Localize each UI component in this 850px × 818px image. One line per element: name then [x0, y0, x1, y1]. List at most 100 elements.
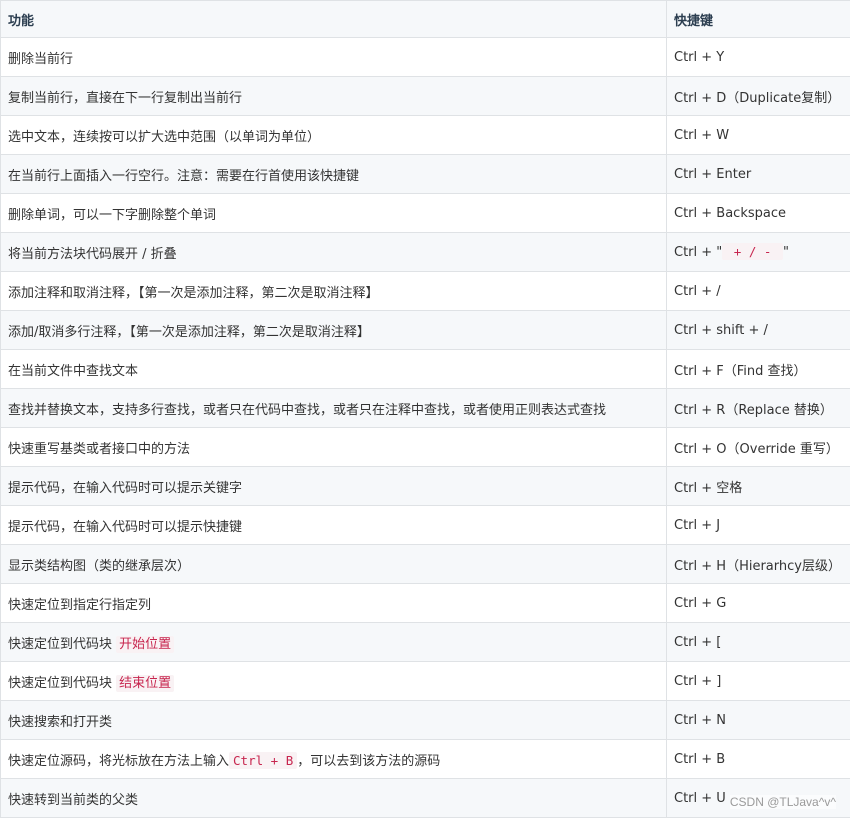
table-row: 提示代码，在输入代码时可以提示快捷键 Ctrl + J — [1, 506, 850, 545]
function-text: 查找并替换文本，支持多行查找，或者只在代码中查找，或者只在注释中查找，或者使用正… — [8, 403, 606, 418]
shortcut-text: Ctrl + F（Find 查找） — [674, 364, 807, 379]
shortcut-text: Ctrl + / — [674, 284, 721, 299]
function-cell: 删除当前行 — [1, 38, 667, 77]
table-row: 删除当前行 Ctrl + Y — [1, 38, 850, 77]
shortcut-cell: Ctrl + / — [667, 272, 850, 311]
function-text: 添加/取消多行注释，【第一次是添加注释，第二次是取消注释】 — [8, 325, 370, 340]
shortcut-text: Ctrl + N — [674, 713, 726, 728]
shortcut-cell: Ctrl + Backspace — [667, 194, 850, 233]
shortcut-cell: Ctrl + H（Hierarhcy层级） — [667, 545, 850, 584]
table-row: 查找并替换文本，支持多行查找，或者只在代码中查找，或者只在注释中查找，或者使用正… — [1, 389, 850, 428]
table-row: 在当前行上面插入一行空行。注意：需要在行首使用该快捷键 Ctrl + Enter — [1, 155, 850, 194]
table-row: 选中文本，连续按可以扩大选中范围（以单词为单位） Ctrl + W — [1, 116, 850, 155]
shortcut-table: 功能 快捷键 删除当前行 Ctrl + Y 复制当前行，直接在下一行复制出当前行 Ct… — [0, 0, 850, 818]
function-text: 快速转到当前类的父类 — [8, 793, 138, 808]
shortcut-cell: Ctrl + Enter — [667, 155, 850, 194]
function-cell: 查找并替换文本，支持多行查找，或者只在代码中查找，或者只在注释中查找，或者使用正… — [1, 389, 667, 428]
function-cell: 删除单词，可以一下字删除整个单词 — [1, 194, 667, 233]
table-row: 添加注释和取消注释，【第一次是添加注释，第二次是取消注释】 Ctrl + / — [1, 272, 850, 311]
function-cell: 添加注释和取消注释，【第一次是添加注释，第二次是取消注释】 — [1, 272, 667, 311]
function-cell: 提示代码，在输入代码时可以提示快捷键 — [1, 506, 667, 545]
function-text: 提示代码，在输入代码时可以提示快捷键 — [8, 520, 242, 535]
function-cell: 快速定位到代码块 结束位置 — [1, 662, 667, 701]
shortcut-cell: Ctrl + " + / - " — [667, 233, 850, 272]
function-cell: 显示类结构图（类的继承层次） — [1, 545, 667, 584]
function-text: 快速定位到指定行指定列 — [8, 598, 151, 613]
shortcut-prefix: Ctrl + " — [674, 245, 722, 260]
highlight-text: 结束位置 — [116, 675, 174, 692]
function-text: 添加注释和取消注释，【第一次是添加注释，第二次是取消注释】 — [8, 286, 379, 301]
table-row: 快速转到当前类的父类 Ctrl + U — [1, 779, 850, 818]
table-row: 快速搜索和打开类 Ctrl + N — [1, 701, 850, 740]
table-row: 快速定位源码，将光标放在方法上输入Ctrl + B，可以去到该方法的源码Ctrl… — [1, 740, 850, 779]
shortcut-text: Ctrl + ] — [674, 674, 721, 689]
function-cell: 快速转到当前类的父类 — [1, 779, 667, 818]
shortcut-cell: Ctrl + D（Duplicate复制） — [667, 77, 850, 116]
function-text: 快速定位到代码块 — [8, 676, 116, 691]
function-cell: 在当前行上面插入一行空行。注意：需要在行首使用该快捷键 — [1, 155, 667, 194]
function-cell: 快速定位源码，将光标放在方法上输入Ctrl + B，可以去到该方法的源码 — [1, 740, 667, 779]
shortcut-text: Ctrl + U — [674, 791, 726, 806]
table-row: 在当前文件中查找文本 Ctrl + F（Find 查找） — [1, 350, 850, 389]
function-cell: 快速定位到代码块 开始位置 — [1, 623, 667, 662]
function-text: 快速定位到代码块 — [8, 637, 116, 652]
function-text: 快速搜索和打开类 — [8, 715, 112, 730]
shortcut-text: Ctrl + D（Duplicate复制） — [674, 91, 840, 106]
table-row: 将当前方法块代码展开 / 折叠 Ctrl + " + / - " — [1, 233, 850, 272]
table-row: 删除单词，可以一下字删除整个单词 Ctrl + Backspace — [1, 194, 850, 233]
shortcut-cell: Ctrl + ] — [667, 662, 850, 701]
shortcut-cell: Ctrl + Y — [667, 38, 850, 77]
function-text: 将当前方法块代码展开 / 折叠 — [8, 247, 177, 262]
table-row: 添加/取消多行注释，【第一次是添加注释，第二次是取消注释】 Ctrl + shif… — [1, 311, 850, 350]
shortcut-suffix: " — [783, 245, 789, 260]
shortcut-cell: Ctrl + B — [667, 740, 850, 779]
function-text: 选中文本，连续按可以扩大选中范围（以单词为单位） — [8, 130, 320, 145]
function-text: 提示代码，在输入代码时可以提示关键字 — [8, 481, 242, 496]
table-row: 快速定位到指定行指定列 Ctrl + G — [1, 584, 850, 623]
function-cell: 添加/取消多行注释，【第一次是添加注释，第二次是取消注释】 — [1, 311, 667, 350]
function-text: 在当前行上面插入一行空行。注意：需要在行首使用该快捷键 — [8, 169, 359, 184]
shortcut-cell: Ctrl + J — [667, 506, 850, 545]
shortcut-text: Ctrl + Y — [674, 50, 724, 65]
shortcut-text: Ctrl + O（Override 重写） — [674, 442, 839, 457]
function-text: 删除单词，可以一下字删除整个单词 — [8, 208, 216, 223]
shortcut-cell: Ctrl + G — [667, 584, 850, 623]
shortcut-text: Ctrl + B — [674, 752, 725, 767]
shortcut-cell: Ctrl + 空格 — [667, 467, 850, 506]
function-cell: 将当前方法块代码展开 / 折叠 — [1, 233, 667, 272]
shortcut-text: Ctrl + 空格 — [674, 481, 742, 496]
table-row: 快速重写基类或者接口中的方法 Ctrl + O（Override 重写） — [1, 428, 850, 467]
function-cell: 快速定位到指定行指定列 — [1, 584, 667, 623]
shortcut-text: Ctrl + Backspace — [674, 206, 786, 221]
function-text-suffix: ，可以去到该方法的源码 — [297, 754, 440, 769]
inline-code: + / - — [722, 243, 783, 260]
inline-code: Ctrl + B — [229, 752, 297, 769]
shortcut-text: Ctrl + J — [674, 518, 720, 533]
function-text: 删除当前行 — [8, 52, 73, 67]
function-text: 快速重写基类或者接口中的方法 — [8, 442, 190, 457]
function-cell: 在当前文件中查找文本 — [1, 350, 667, 389]
shortcut-text: Ctrl + W — [674, 128, 729, 143]
watermark: CSDN @TLJava^v^ — [730, 795, 836, 809]
shortcut-cell: Ctrl + R（Replace 替换） — [667, 389, 850, 428]
header-shortcut: 快捷键 — [667, 1, 850, 38]
header-function: 功能 — [1, 1, 667, 38]
function-cell: 快速重写基类或者接口中的方法 — [1, 428, 667, 467]
function-cell: 复制当前行，直接在下一行复制出当前行 — [1, 77, 667, 116]
table-header-row: 功能 快捷键 — [1, 1, 850, 38]
function-text: 复制当前行，直接在下一行复制出当前行 — [8, 91, 242, 106]
function-text: 在当前文件中查找文本 — [8, 364, 138, 379]
table-row: 快速定位到代码块 开始位置 Ctrl + [ — [1, 623, 850, 662]
shortcut-cell: Ctrl + O（Override 重写） — [667, 428, 850, 467]
function-cell: 快速搜索和打开类 — [1, 701, 667, 740]
shortcut-cell: Ctrl + N — [667, 701, 850, 740]
shortcut-text: Ctrl + Enter — [674, 167, 751, 182]
shortcut-cell: Ctrl + shift + / — [667, 311, 850, 350]
function-cell: 提示代码，在输入代码时可以提示关键字 — [1, 467, 667, 506]
function-text: 快速定位源码，将光标放在方法上输入 — [8, 754, 229, 769]
shortcut-cell: Ctrl + F（Find 查找） — [667, 350, 850, 389]
function-cell: 选中文本，连续按可以扩大选中范围（以单词为单位） — [1, 116, 667, 155]
table-row: 显示类结构图（类的继承层次） Ctrl + H（Hierarhcy层级） — [1, 545, 850, 584]
shortcut-text: Ctrl + [ — [674, 635, 721, 650]
function-text: 显示类结构图（类的继承层次） — [8, 559, 190, 574]
